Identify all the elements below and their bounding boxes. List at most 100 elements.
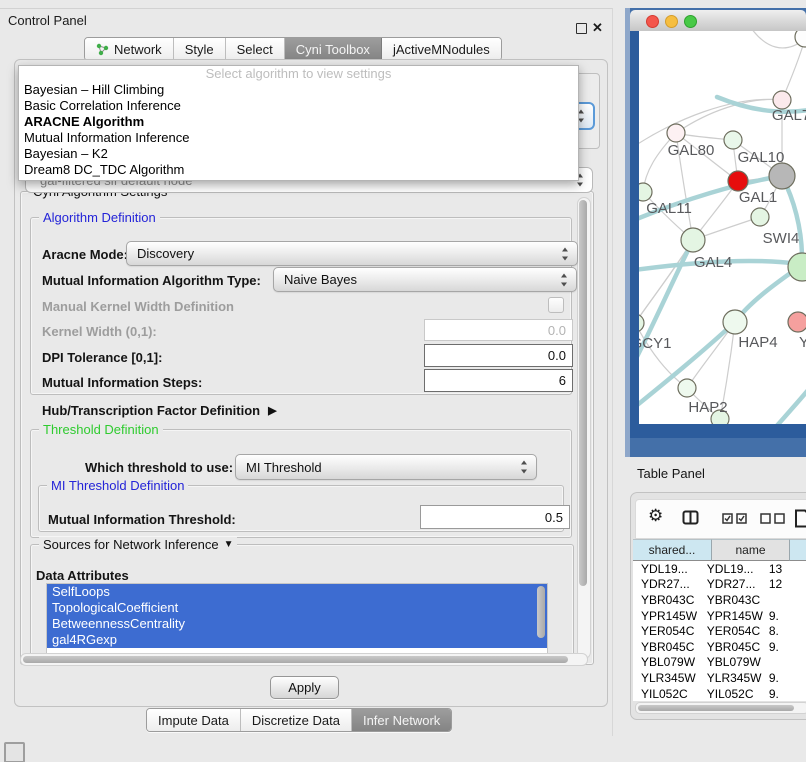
algorithm-item-bayesian-hill-climbing[interactable]: Bayesian – Hill Climbing <box>19 82 578 98</box>
data-attributes-list[interactable]: SelfLoopsTopologicalCoefficientBetweenne… <box>46 583 548 656</box>
combo-arrows-icon <box>578 110 585 123</box>
tab-label: Select <box>237 42 273 57</box>
select-all-columns-icon[interactable] <box>722 513 748 524</box>
tab-style[interactable]: Style <box>174 38 226 60</box>
cyni-mode-tab-bar: Impute DataDiscretize DataInfer Network <box>146 708 452 732</box>
algorithm-item-aracne-algorithm[interactable]: ARACNE Algorithm <box>19 114 578 130</box>
list-scrollbar-thumb[interactable] <box>537 586 545 638</box>
cell-name: YDR27... <box>700 577 765 591</box>
network-node[interactable] <box>639 314 644 332</box>
settings-hscrollbar-track[interactable] <box>20 653 588 666</box>
table-row[interactable]: YBR045CYBR045C9. <box>633 639 806 655</box>
mi-algorithm-type-combo[interactable]: Naive Bayes <box>273 267 577 292</box>
cell-name: YIL052C <box>700 687 765 701</box>
which-threshold-combo[interactable]: MI Threshold <box>235 454 537 480</box>
combo-arrows-icon <box>521 461 528 474</box>
network-node[interactable] <box>751 208 769 226</box>
expand-right-icon[interactable]: ▶ <box>268 404 276 417</box>
attribute-item-betweennesscentrality[interactable]: BetweennessCentrality <box>47 616 547 632</box>
tab-infer-network[interactable]: Infer Network <box>352 709 451 731</box>
network-node[interactable] <box>667 124 685 142</box>
cell-shared-name: YBR043C <box>633 593 700 607</box>
network-node[interactable] <box>639 183 652 201</box>
apply-button[interactable]: Apply <box>270 676 339 699</box>
table-panel-title: Table Panel <box>637 466 705 481</box>
float-window-icon[interactable] <box>576 23 587 34</box>
network-node[interactable] <box>681 228 705 252</box>
tab-cyni-toolbox[interactable]: Cyni Toolbox <box>285 38 382 60</box>
cell-shared-name: YDL19... <box>633 562 700 576</box>
algorithm-item-bayesian-k2[interactable]: Bayesian – K2 <box>19 146 578 162</box>
mi-threshold-label: Mutual Information Threshold: <box>48 512 236 527</box>
network-node-label: GAL10 <box>738 149 785 166</box>
network-node-label: GAL4 <box>694 254 732 271</box>
table-hscrollbar-thumb[interactable] <box>638 705 794 711</box>
new-table-icon[interactable] <box>794 509 806 528</box>
network-node[interactable] <box>788 312 806 332</box>
table-row[interactable]: YDL19...YDL19...13 <box>633 561 806 577</box>
cell-shared-name: YDR27... <box>633 577 700 591</box>
mi-steps-field[interactable]: 6 <box>424 369 573 392</box>
network-node-label: HAP2 <box>688 399 727 416</box>
zoom-traffic-light[interactable] <box>684 15 697 28</box>
cell-value: 9. <box>765 609 806 623</box>
network-node[interactable] <box>788 253 806 281</box>
attribute-item-selfloops[interactable]: SelfLoops <box>47 584 547 600</box>
table-row[interactable]: YIL052CYIL052C9. <box>633 686 806 701</box>
network-edge <box>639 323 687 388</box>
network-node[interactable] <box>769 163 795 189</box>
close-panel-icon[interactable]: ✕ <box>592 20 603 36</box>
table-hscrollbar-track[interactable] <box>635 702 806 714</box>
algorithm-item-dream8-dc-tdc-algorithm[interactable]: Dream8 DC_TDC Algorithm <box>19 162 578 178</box>
settings-scrollbar-track[interactable] <box>577 197 591 659</box>
close-traffic-light[interactable] <box>646 15 659 28</box>
settings-scrollbar-thumb[interactable] <box>579 200 587 586</box>
minimize-traffic-light[interactable] <box>665 15 678 28</box>
tab-impute-data[interactable]: Impute Data <box>147 709 241 731</box>
network-node-label: GAL80 <box>668 142 715 159</box>
cell-value: 9. <box>765 671 806 685</box>
application-root: Control Panel ✕ NetworkStyleSelectCyni T… <box>0 0 806 762</box>
table-row[interactable]: YBL079WYBL079W <box>633 655 806 671</box>
attribute-item-topologicalcoefficient[interactable]: TopologicalCoefficient <box>47 600 547 616</box>
settings-hscrollbar-thumb[interactable] <box>23 656 568 663</box>
column-header-name[interactable]: name <box>712 539 790 561</box>
tab-select[interactable]: Select <box>226 38 285 60</box>
network-node[interactable] <box>723 310 747 334</box>
algorithm-item-basic-correlation-inference[interactable]: Basic Correlation Inference <box>19 98 578 114</box>
dpi-tolerance-field[interactable]: 0.0 <box>424 344 573 367</box>
network-node[interactable] <box>678 379 696 397</box>
cell-name: YER054C <box>700 624 765 638</box>
network-edge <box>639 240 693 376</box>
attribute-item-gal4rgexp[interactable]: gal4RGexp <box>47 632 547 648</box>
panel-grip-button[interactable] <box>4 742 25 762</box>
manual-kernel-checkbox[interactable] <box>548 297 564 313</box>
network-window-titlebar[interactable] <box>630 10 806 32</box>
tab-network[interactable]: Network <box>85 38 174 60</box>
collapse-down-icon[interactable]: ▼ <box>224 539 234 550</box>
table-row[interactable]: YER054CYER054C8. <box>633 623 806 639</box>
table-row[interactable]: YBR043CYBR043C <box>633 592 806 608</box>
network-node[interactable] <box>724 131 742 149</box>
table-row[interactable]: YLR345WYLR345W9. <box>633 670 806 686</box>
algorithm-item-mutual-information-inference[interactable]: Mutual Information Inference <box>19 130 578 146</box>
column-header-cut[interactable] <box>790 539 806 561</box>
column-header-shared-name[interactable]: shared... <box>633 539 712 561</box>
network-node[interactable] <box>728 171 748 191</box>
deselect-all-columns-icon[interactable] <box>760 513 786 524</box>
cell-name: YLR345W <box>700 671 765 685</box>
network-node-label: GAL7 <box>772 107 806 124</box>
group-title: Algorithm Definition <box>39 210 160 225</box>
gear-icon[interactable]: ⚙ <box>648 506 663 526</box>
mi-threshold-field[interactable]: 0.5 <box>420 505 570 529</box>
aracne-mode-combo[interactable]: Discovery <box>126 241 578 266</box>
column-view-icon[interactable] <box>682 510 699 526</box>
cell-shared-name: YBL079W <box>633 655 700 669</box>
kernel-width-field[interactable]: 0.0 <box>424 319 573 341</box>
tab-jactivemnodules[interactable]: jActiveMNodules <box>382 38 501 60</box>
table-row[interactable]: YDR27...YDR27...12 <box>633 577 806 593</box>
hub-definition-section[interactable]: Hub/Transcription Factor Definition ▶ <box>42 403 277 418</box>
table-row[interactable]: YPR145WYPR145W9. <box>633 608 806 624</box>
network-canvas[interactable]: GAL7GAL80GAL10GAL1GAL11GAL4SWI4GCY1HAP4Y… <box>639 31 806 424</box>
tab-discretize-data[interactable]: Discretize Data <box>241 709 352 731</box>
